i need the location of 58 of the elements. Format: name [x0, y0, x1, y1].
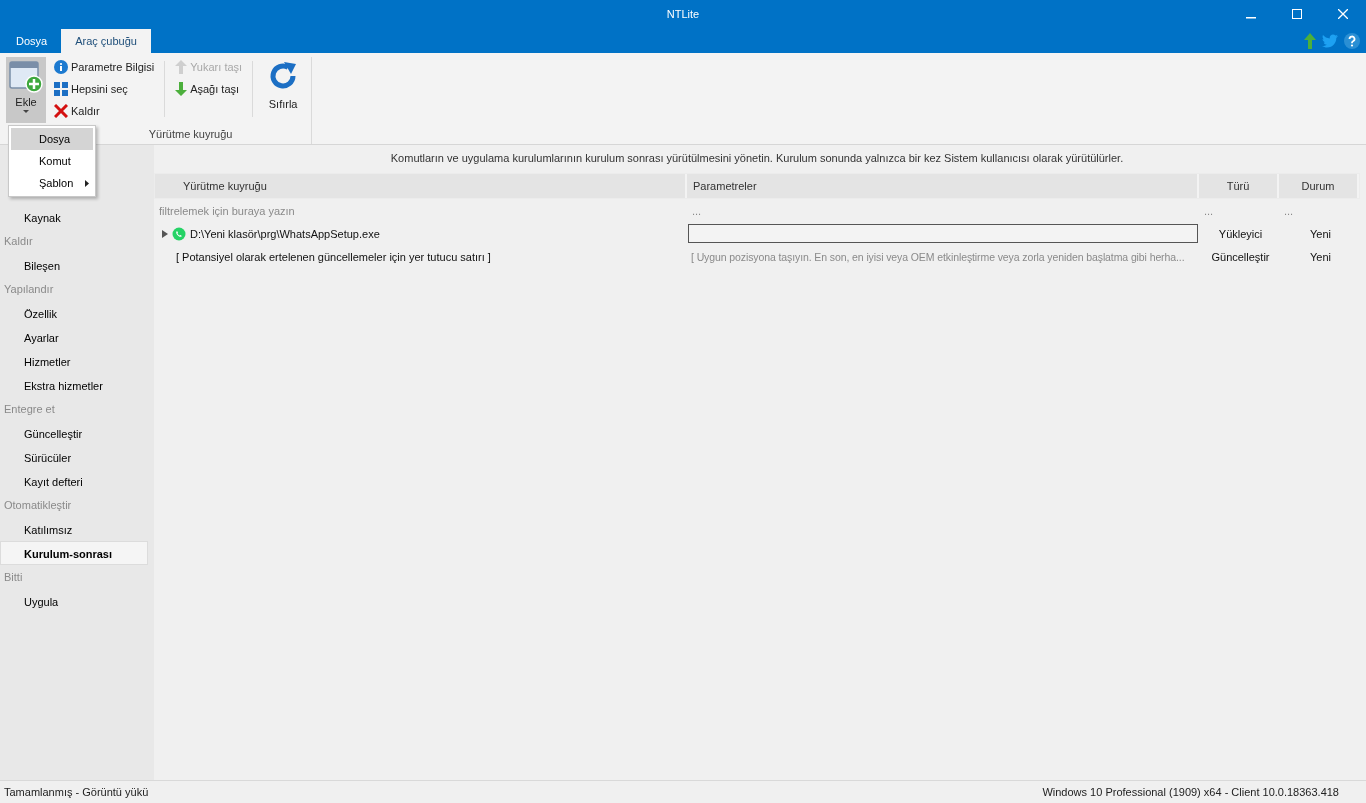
column-header[interactable]: Durum — [1279, 174, 1359, 198]
ribbon-tab[interactable]: Dosya — [2, 29, 62, 53]
add-button[interactable]: Ekle — [6, 57, 46, 123]
sidebar-item[interactable]: Ayarlar — [0, 325, 148, 349]
column-header[interactable]: Parametreler — [687, 174, 1199, 198]
ribbon-button[interactable]: Hepsini seç — [52, 79, 157, 99]
reset-button[interactable]: Sıfırla — [261, 57, 306, 123]
parameter-field[interactable] — [688, 224, 1198, 243]
ribbon-button[interactable]: Parametre Bilgisi — [52, 57, 157, 77]
sidebar-header: Yapılandır — [3, 282, 55, 297]
sidebar-item[interactable]: Kurulum-sonrası — [0, 541, 148, 565]
table-cell: D:\Yeni klasör\prg\WhatsAppSetup.exe — [190, 227, 380, 240]
sidebar-item[interactable]: Kaynak — [0, 205, 148, 229]
group-label: Yürütme kuyruğu — [148, 128, 233, 140]
sidebar-item[interactable]: Ekstra hizmetler — [0, 373, 148, 397]
window-title: NTLite — [666, 8, 700, 20]
table-cell-text: [ Uygun pozisyona taşıyın. En son, en iyisi veya OEM etkinleştirme veya zorla yeniden başlatma gibi herha... — [690, 250, 1186, 263]
chat-app-icon — [172, 226, 186, 241]
status-text: Windows 10 Professional (1909) x64 - Client 10.0.18363.418 — [1042, 786, 1339, 798]
sidebar-item[interactable]: Kayıt defteri — [0, 469, 148, 493]
sidebar-item[interactable]: Katılımsız — [0, 517, 148, 541]
sidebar-header: Entegre et — [3, 402, 56, 417]
maximize-icon[interactable] — [1292, 9, 1302, 19]
ribbon-button[interactable]: Kaldır — [52, 101, 157, 121]
expand-arrow-icon[interactable] — [162, 229, 168, 238]
info-icon — [54, 60, 68, 74]
sidebar-header: Bitti — [3, 570, 24, 585]
close-icon — [54, 104, 68, 118]
sidebar-item[interactable]: Bileşen — [0, 253, 148, 277]
close-icon[interactable] — [1338, 9, 1348, 19]
sidebar-header: Otomatikleştir — [3, 498, 73, 513]
sidebar-item[interactable]: Sürücüler — [0, 445, 148, 469]
menu-item[interactable]: Komut — [11, 150, 93, 172]
table-cell-text: Yeni — [1309, 250, 1332, 263]
sidebar-item[interactable]: Özellik — [0, 301, 148, 325]
column-header[interactable]: Türü — [1199, 174, 1279, 198]
sidebar-item[interactable]: Güncelleştir — [0, 421, 148, 445]
add-window-icon — [9, 60, 43, 94]
help-icon[interactable] — [1344, 32, 1360, 49]
submenu-arrow-icon — [85, 179, 89, 187]
table-cell-text: Güncelleştir — [1210, 250, 1271, 263]
column-header[interactable]: Yürütme kuyruğu — [155, 174, 687, 198]
arrow-down-icon — [175, 82, 188, 96]
status-text: Tamamlanmış - Görüntü yükü — [4, 786, 149, 798]
menu-item[interactable]: Şablon — [11, 172, 93, 194]
table-cell-text: Yeni — [1309, 227, 1332, 240]
table-cell: [ Potansiyel olarak ertelenen güncellemeler için yer tutucu satırı ] — [176, 250, 491, 263]
sidebar-header: Kaldır — [3, 234, 34, 249]
menu-item[interactable]: Dosya — [11, 128, 93, 150]
table-cell-text: Yükleyici — [1217, 227, 1264, 240]
description-text: Komutların ve uygulama kurulumlarının kurulum sonrası yürütülmesini yönetin. Kurulum sonunda yalnızca bir kez Sistem kullanıcısı olarak yürütülürler. — [389, 151, 1125, 166]
arrow-up-icon — [175, 60, 188, 74]
ribbon-button[interactable]: Aşağı taşı — [173, 79, 245, 99]
grid-icon — [54, 82, 68, 96]
sidebar-item[interactable]: Uygula — [0, 589, 148, 613]
sidebar-item[interactable]: Hizmetler — [0, 349, 148, 373]
ribbon-tab[interactable]: Araç çubuğu — [61, 29, 151, 53]
caret-icon — [23, 110, 29, 114]
